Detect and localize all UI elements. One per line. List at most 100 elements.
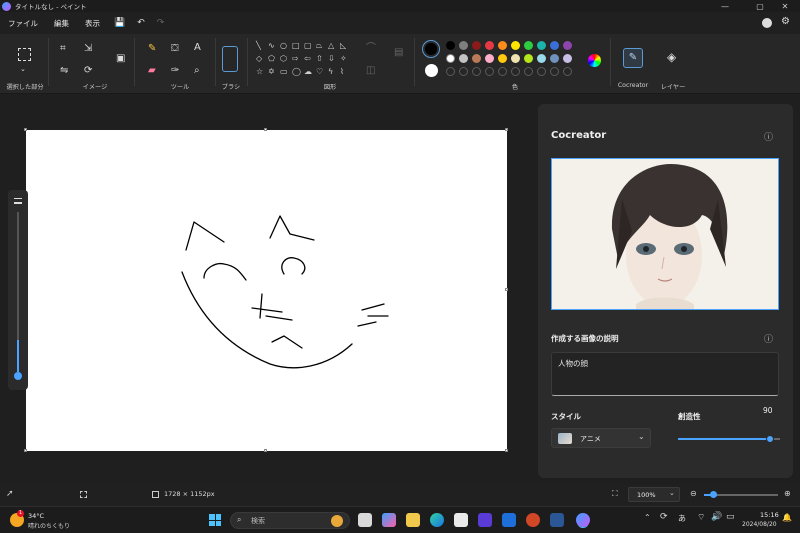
creativity-thumb[interactable]	[765, 435, 774, 443]
chevron-down-icon[interactable]: ⌄	[20, 64, 26, 74]
palette-color-swatch[interactable]	[472, 41, 481, 50]
star4-shape-icon[interactable]: ✧	[340, 55, 347, 63]
arrow-down-shape-icon[interactable]: ⇩	[328, 55, 335, 63]
settings-gear-icon[interactable]: ⚙	[781, 16, 790, 27]
pencil-icon[interactable]: ✎	[148, 44, 156, 54]
custom-color-slot[interactable]	[563, 67, 572, 76]
palette-color-swatch[interactable]	[524, 54, 533, 63]
description-info-icon[interactable]: ⓘ	[764, 332, 773, 345]
cocreator-icon[interactable]: ✎	[623, 48, 643, 68]
clock-date[interactable]: 2024/08/20	[742, 521, 777, 528]
zoom-slider-thumb[interactable]	[710, 491, 717, 498]
custom-color-slot[interactable]	[498, 67, 507, 76]
start-button-icon[interactable]	[209, 514, 221, 526]
palette-color-swatch[interactable]	[524, 41, 533, 50]
crop-icon[interactable]: ⌗	[60, 44, 66, 54]
palette-color-swatch[interactable]	[498, 41, 507, 50]
palette-color-swatch[interactable]	[485, 41, 494, 50]
taskbar-search-box[interactable]: ⌕ 検索	[230, 512, 350, 529]
resize-handle-br[interactable]	[505, 449, 508, 452]
generated-image-thumbnail[interactable]	[551, 158, 779, 310]
custom-color-slot[interactable]	[459, 67, 468, 76]
info-icon[interactable]: ⓘ	[764, 130, 773, 143]
oval-shape-icon[interactable]: ○	[280, 42, 287, 50]
curve-shape-icon[interactable]: ∿	[268, 42, 275, 50]
heart-shape-icon[interactable]: ♡	[316, 68, 323, 76]
powerpoint-icon[interactable]	[526, 513, 540, 527]
edge-icon[interactable]	[430, 513, 444, 527]
cloud-shape-icon[interactable]: ☁	[304, 68, 312, 76]
palette-color-swatch[interactable]	[485, 54, 494, 63]
magnifier-icon[interactable]: ⌕	[194, 66, 200, 76]
rounded-rectangle-shape-icon[interactable]: ▢	[304, 42, 312, 50]
arrow-left-shape-icon[interactable]: ⇦	[304, 55, 311, 63]
palette-color-swatch[interactable]	[550, 41, 559, 50]
redo-icon[interactable]: ↷	[157, 18, 165, 28]
sync-icon[interactable]: ⟳	[660, 512, 668, 522]
file-explorer-icon[interactable]	[406, 513, 420, 527]
notification-bell-icon[interactable]: 🔔	[782, 513, 792, 522]
palette-color-swatch[interactable]	[563, 41, 572, 50]
minimize-button[interactable]: —	[710, 0, 740, 12]
callout-oval-shape-icon[interactable]: ◯	[292, 68, 301, 76]
resize-icon[interactable]: ⇲	[84, 44, 92, 54]
zoom-dropdown[interactable]: 100% ⌄	[628, 487, 680, 502]
lightning-shape-icon[interactable]: ϟ	[328, 68, 333, 76]
custom-color-slot[interactable]	[485, 67, 494, 76]
line-shape-icon[interactable]: ╲	[256, 42, 261, 50]
tray-overflow-chevron-icon[interactable]: ⌃	[644, 513, 651, 522]
right-triangle-shape-icon[interactable]: ◺	[340, 42, 346, 50]
diamond-shape-icon[interactable]: ◇	[256, 55, 262, 63]
palette-color-swatch[interactable]	[446, 54, 455, 63]
arrow-up-shape-icon[interactable]: ⇧	[316, 55, 323, 63]
rotate-icon[interactable]: ⟳	[84, 66, 92, 76]
undo-icon[interactable]: ↶	[137, 18, 145, 28]
palette-color-swatch[interactable]	[537, 54, 546, 63]
fill-bucket-icon[interactable]: ⛋	[171, 44, 179, 54]
callout-rect-shape-icon[interactable]: ▭	[280, 68, 288, 76]
account-avatar-icon[interactable]	[762, 18, 772, 28]
secondary-color-swatch[interactable]	[425, 64, 438, 77]
star5-shape-icon[interactable]: ☆	[256, 68, 263, 76]
brush-icon[interactable]	[222, 46, 238, 72]
flip-icon[interactable]: ⇋	[60, 66, 68, 76]
slider-thumb[interactable]	[14, 372, 22, 380]
palette-color-swatch[interactable]	[563, 54, 572, 63]
resize-handle-b[interactable]	[264, 449, 267, 452]
shape-size-icon[interactable]: ▤	[394, 48, 403, 58]
pentagon-shape-icon[interactable]: ⬠	[268, 55, 275, 63]
primary-color-swatch[interactable]	[422, 40, 440, 58]
palette-color-swatch[interactable]	[446, 41, 455, 50]
resize-handle-t[interactable]	[264, 128, 267, 131]
store-icon[interactable]	[454, 513, 468, 527]
image-icon[interactable]: ▣	[116, 54, 125, 64]
creativity-slider[interactable]	[678, 435, 780, 443]
palette-color-swatch[interactable]	[511, 41, 520, 50]
color-picker-icon[interactable]: ✑	[171, 66, 179, 76]
hexagon-shape-icon[interactable]: ⬡	[280, 55, 287, 63]
resize-handle-bl[interactable]	[24, 449, 27, 452]
custom-color-slot[interactable]	[511, 67, 520, 76]
volume-icon[interactable]: 🔊	[711, 512, 722, 522]
rectangle-shape-icon[interactable]: □	[292, 42, 300, 50]
brush-size-slider[interactable]	[8, 190, 28, 390]
prompt-textarea[interactable]: 人物の顔	[551, 352, 779, 396]
word-icon[interactable]	[550, 513, 564, 527]
zoom-in-icon[interactable]: ⊕	[784, 489, 791, 498]
fit-to-window-icon[interactable]: ⛶	[612, 489, 618, 499]
layers-icon[interactable]: ◈	[667, 51, 676, 63]
menu-view[interactable]: 表示	[77, 18, 108, 29]
wifi-icon[interactable]: ⌔	[697, 512, 705, 523]
triangle-shape-icon[interactable]: △	[328, 42, 334, 50]
media-player-icon[interactable]	[478, 513, 492, 527]
palette-color-swatch[interactable]	[459, 41, 468, 50]
menu-file[interactable]: ファイル	[0, 18, 46, 29]
paint-taskbar-icon[interactable]	[576, 513, 590, 527]
custom-color-slot[interactable]	[446, 67, 455, 76]
text-tool-icon[interactable]: A	[194, 43, 201, 53]
resize-handle-tr[interactable]	[505, 128, 508, 131]
polygon-shape-icon[interactable]: ⏢	[316, 42, 322, 50]
close-button[interactable]: ✕	[770, 0, 800, 12]
custom-color-slot[interactable]	[524, 67, 533, 76]
star6-shape-icon[interactable]: ✡	[268, 68, 275, 76]
